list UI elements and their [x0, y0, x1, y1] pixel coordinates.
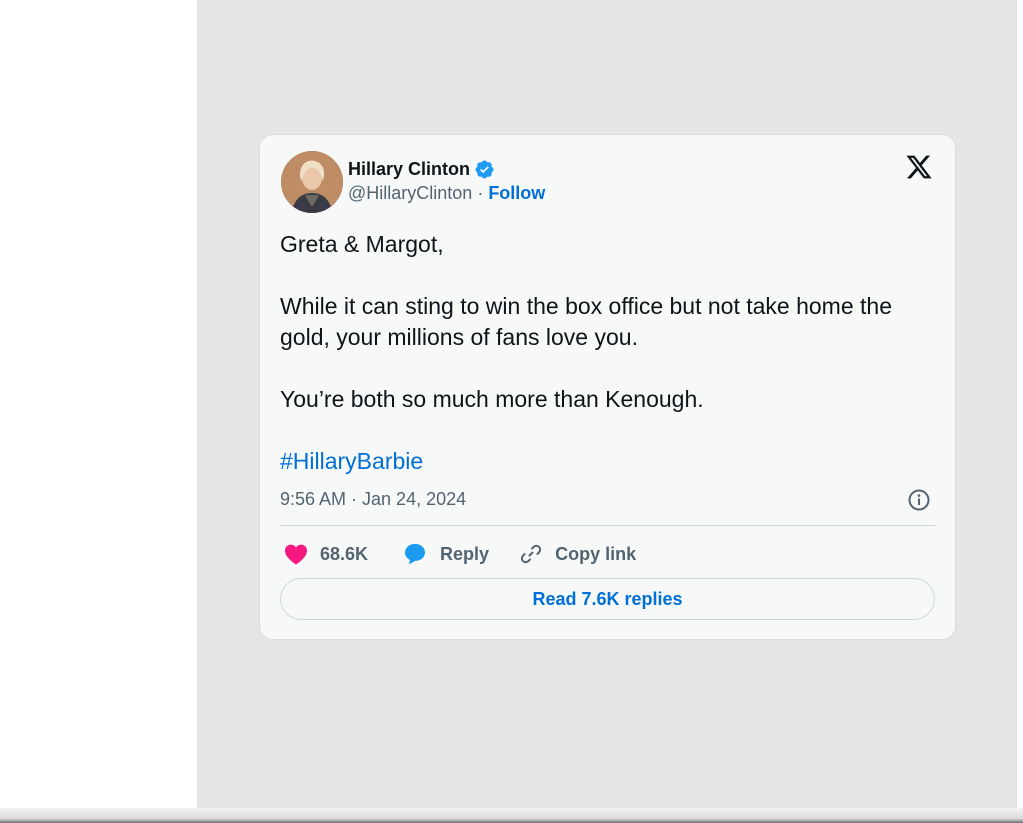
- author-name[interactable]: Hillary Clinton: [348, 159, 470, 180]
- right-edge: [1017, 0, 1023, 823]
- info-icon[interactable]: [907, 488, 931, 512]
- left-blank-pane: [0, 0, 197, 823]
- tweet-timestamp[interactable]: 9:56 AM · Jan 24, 2024: [280, 489, 466, 510]
- heart-icon: [285, 544, 307, 565]
- handle-separator: ·: [472, 183, 489, 203]
- reply-label: Reply: [440, 543, 490, 564]
- like-button[interactable]: 68.6K: [284, 543, 368, 565]
- copy-link-label: Copy link: [555, 543, 637, 564]
- reply-bubble-icon: [405, 544, 426, 565]
- divider: [280, 525, 935, 526]
- tweet-body: Greta & Margot, While it can sting to wi…: [280, 231, 892, 412]
- read-replies-button[interactable]: Read 7.6K replies: [280, 578, 935, 620]
- avatar-portrait: [281, 151, 343, 213]
- follow-button[interactable]: Follow: [488, 183, 545, 203]
- avatar[interactable]: [281, 151, 343, 213]
- window-bottom-edge: [0, 808, 1023, 823]
- author-name-row: Hillary Clinton: [348, 157, 495, 181]
- like-count: 68.6K: [320, 543, 369, 564]
- author-handle[interactable]: @HillaryClinton: [348, 183, 472, 203]
- verified-badge-icon: [475, 160, 494, 178]
- action-bar: 68.6K Reply Copy link: [280, 539, 636, 569]
- reply-button[interactable]: Reply: [402, 542, 489, 566]
- tweet-card[interactable]: Hillary Clinton @HillaryClinton · Follow…: [259, 134, 956, 640]
- x-logo-icon[interactable]: [904, 153, 934, 181]
- hashtag-link[interactable]: #HillaryBarbie: [280, 446, 423, 477]
- handle-row: @HillaryClinton · Follow: [348, 183, 545, 204]
- link-icon: [520, 544, 542, 564]
- copy-link-button[interactable]: Copy link: [519, 542, 636, 566]
